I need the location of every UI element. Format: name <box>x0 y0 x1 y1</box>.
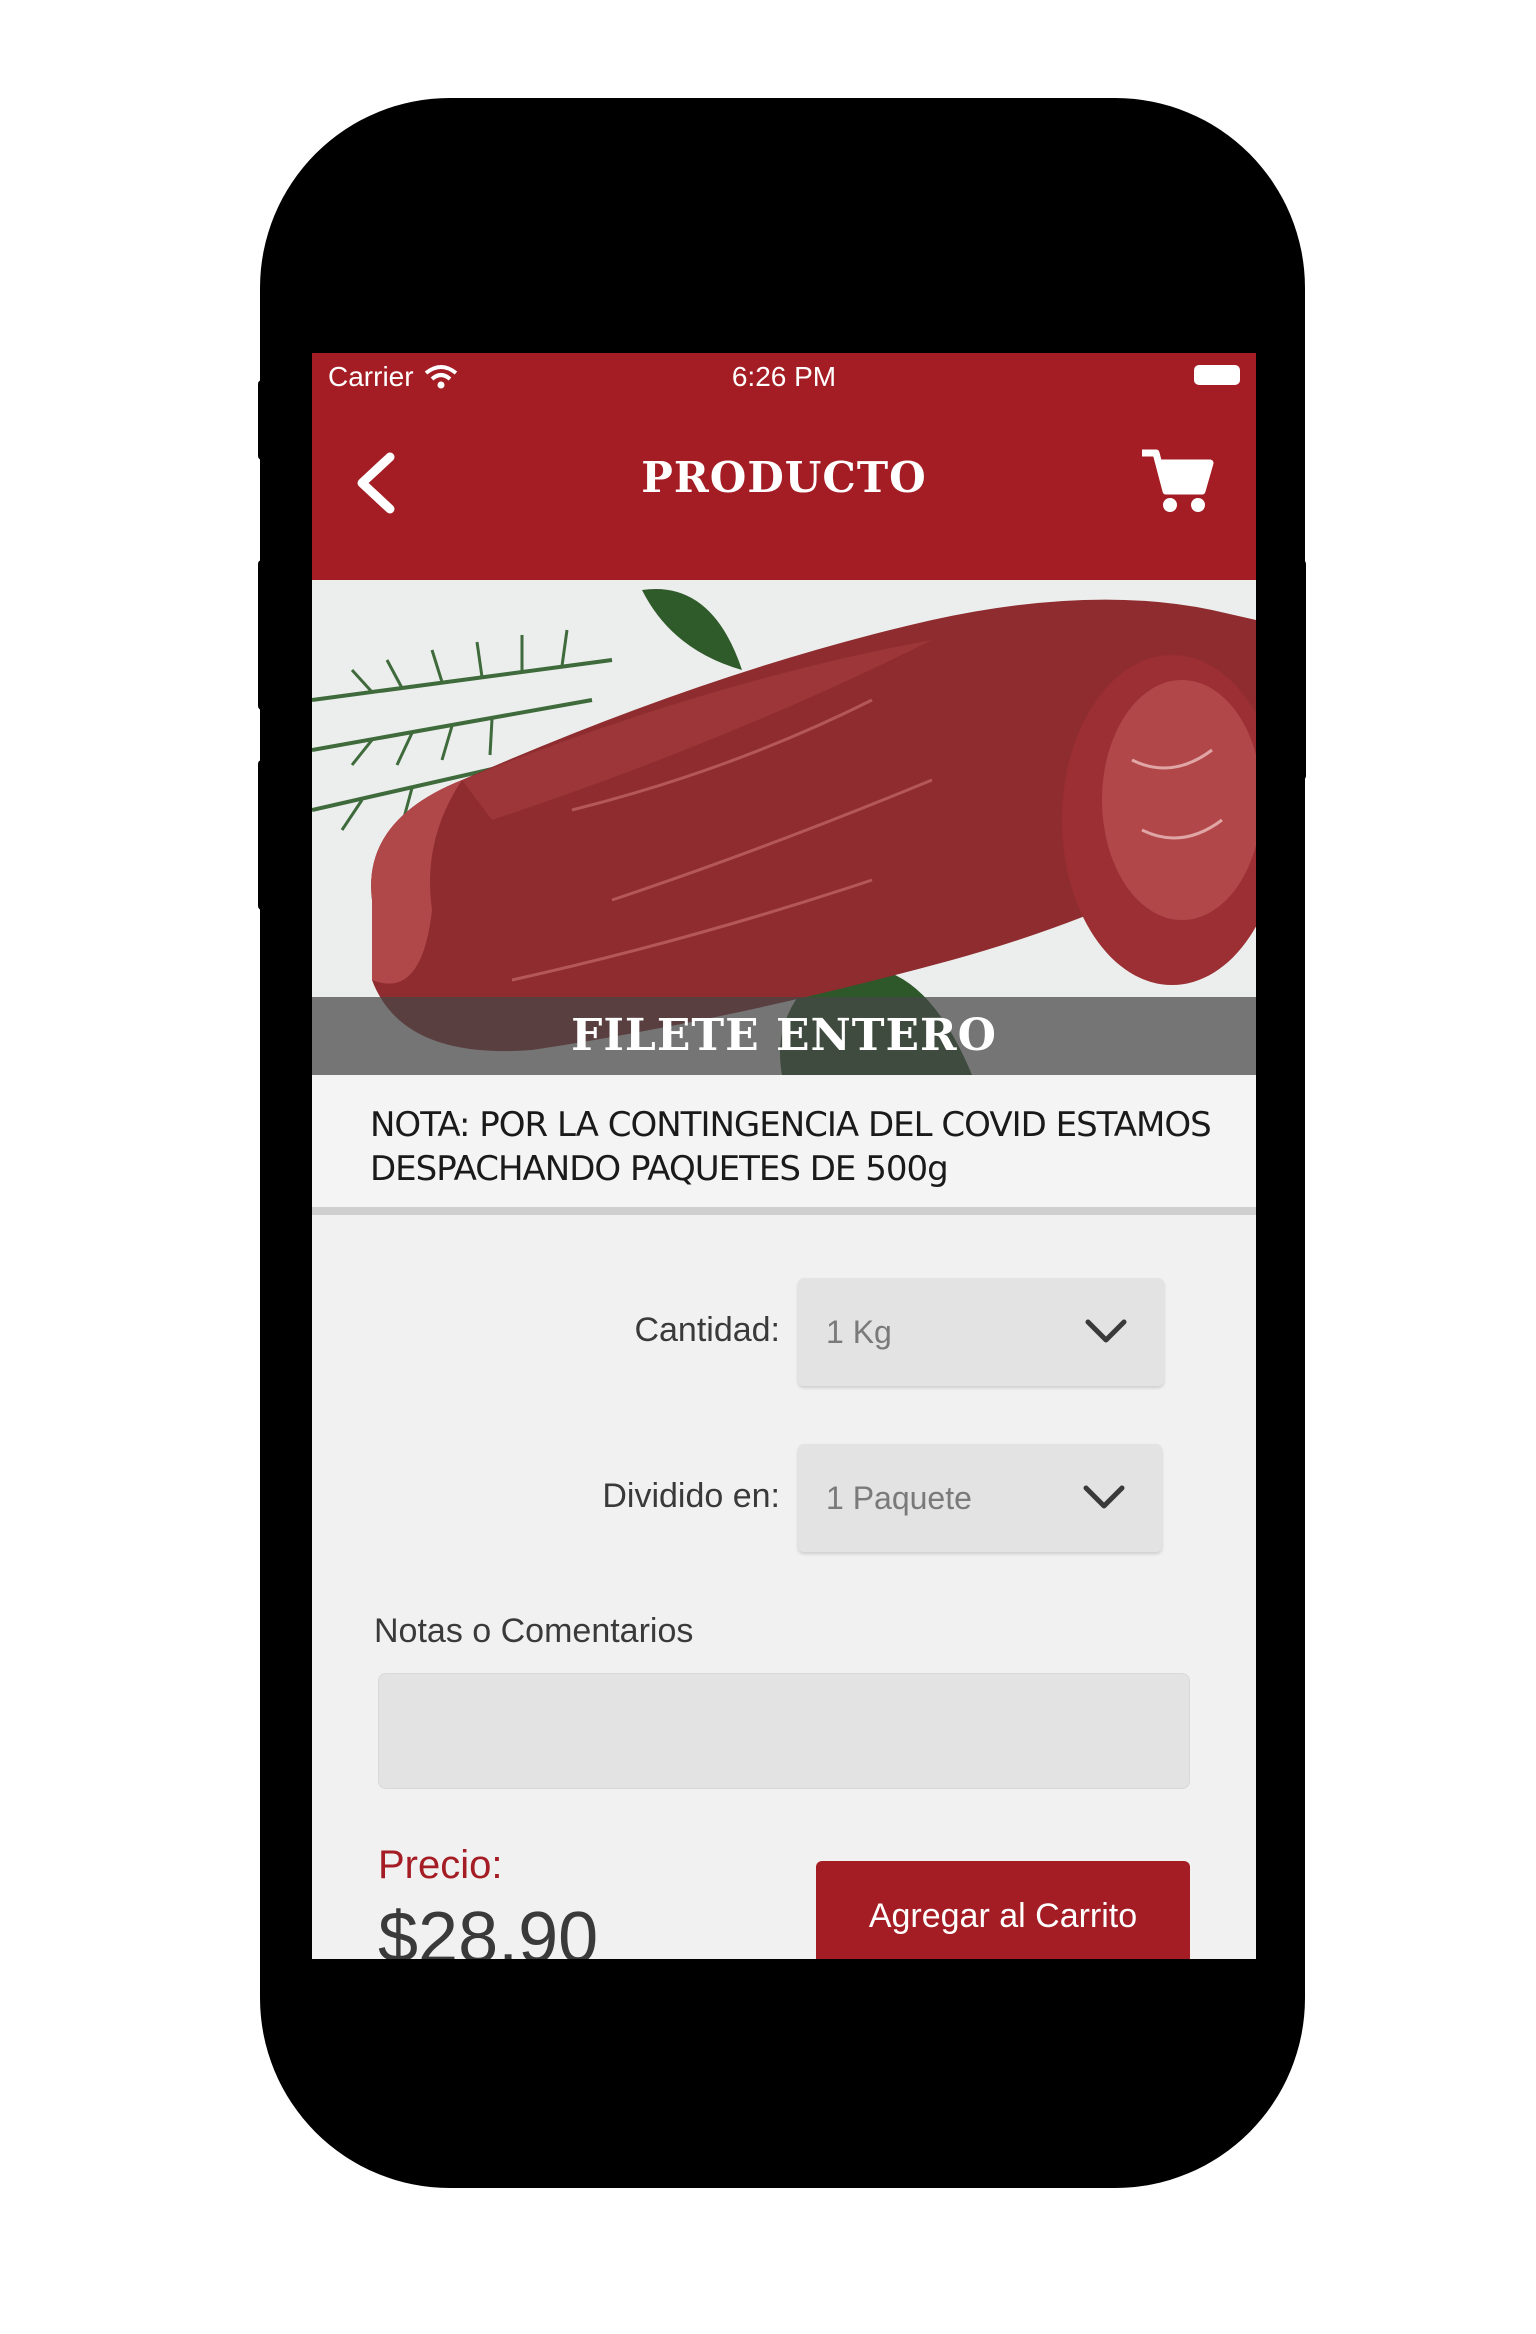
covid-note: NOTA: POR LA CONTINGENCIA DEL COVID ESTA… <box>312 1075 1256 1215</box>
page-title: PRODUCTO <box>641 453 927 502</box>
chevron-down-icon <box>1085 1319 1127 1343</box>
add-to-cart-label: Agregar al Carrito <box>868 1896 1138 1935</box>
add-to-cart-button[interactable]: Agregar al Carrito <box>816 1861 1190 1959</box>
price-label: Precio: <box>378 1843 503 1887</box>
notes-label: Notas o Comentarios <box>374 1612 694 1650</box>
price-value: $28.90 <box>378 1898 599 1959</box>
notes-input[interactable] <box>378 1673 1190 1789</box>
chevron-down-icon <box>1083 1485 1125 1509</box>
mute-switch <box>258 380 272 460</box>
product-name: FILETE ENTERO <box>312 997 1256 1075</box>
battery-icon <box>1194 365 1240 385</box>
divided-label: Dividido en: <box>602 1477 780 1515</box>
divided-select[interactable]: 1 Paquete <box>798 1444 1162 1552</box>
volume-down-button <box>258 760 272 910</box>
quantity-label: Cantidad: <box>634 1311 780 1349</box>
product-image: FILETE ENTERO <box>312 580 1256 1075</box>
status-bar: Carrier 6:26 PM <box>312 353 1256 403</box>
divided-value: 1 Paquete <box>826 1479 972 1516</box>
cart-button[interactable] <box>1138 441 1218 521</box>
power-button <box>1292 560 1306 780</box>
cart-icon <box>1142 449 1214 512</box>
quantity-select[interactable]: 1 Kg <box>798 1278 1164 1386</box>
quantity-value: 1 Kg <box>826 1313 892 1350</box>
note-text: NOTA: POR LA CONTINGENCIA DEL COVID ESTA… <box>370 1105 1212 1189</box>
volume-up-button <box>258 560 272 710</box>
app-screen: Carrier 6:26 PM PRODUCTO FILETE ENTERO N… <box>312 353 1256 1959</box>
navigation-bar: PRODUCTO <box>312 403 1256 580</box>
status-time: 6:26 PM <box>731 361 837 392</box>
